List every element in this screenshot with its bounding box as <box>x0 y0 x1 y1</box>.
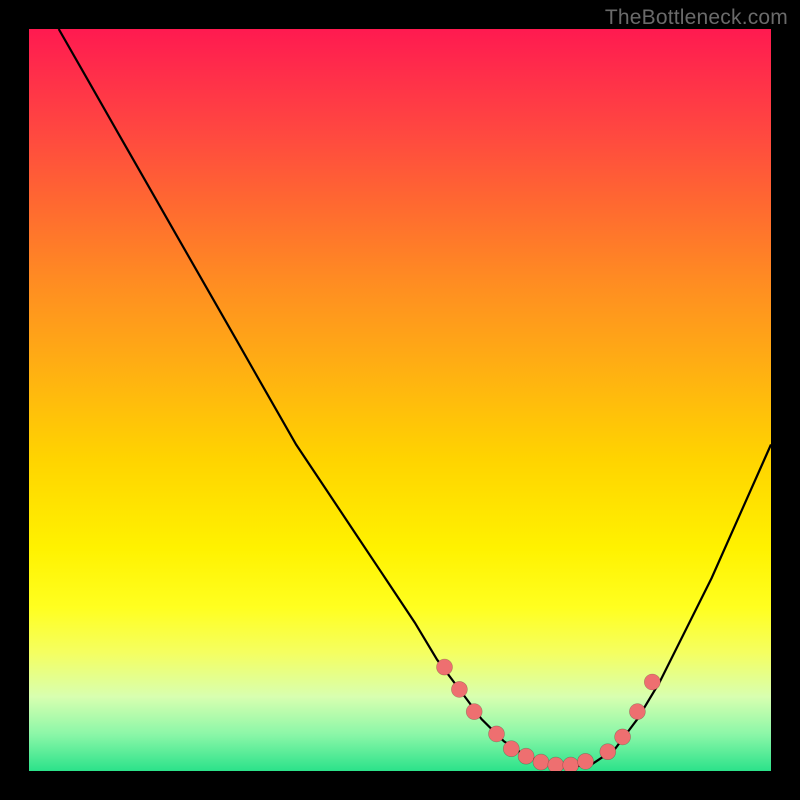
marker-dot <box>503 741 519 757</box>
chart-svg <box>29 29 771 771</box>
marker-dot <box>533 754 549 770</box>
marker-dot <box>548 757 564 771</box>
marker-dot <box>451 681 467 697</box>
marker-group <box>437 659 661 771</box>
marker-dot <box>578 753 594 769</box>
chart-area <box>29 29 771 771</box>
marker-dot <box>466 704 482 720</box>
marker-dot <box>629 704 645 720</box>
bottleneck-curve <box>59 29 771 767</box>
marker-dot <box>489 726 505 742</box>
watermark-text: TheBottleneck.com <box>605 6 788 30</box>
marker-dot <box>615 729 631 745</box>
marker-dot <box>600 744 616 760</box>
marker-dot <box>563 757 579 771</box>
marker-dot <box>518 748 534 764</box>
marker-dot <box>437 659 453 675</box>
marker-dot <box>644 674 660 690</box>
